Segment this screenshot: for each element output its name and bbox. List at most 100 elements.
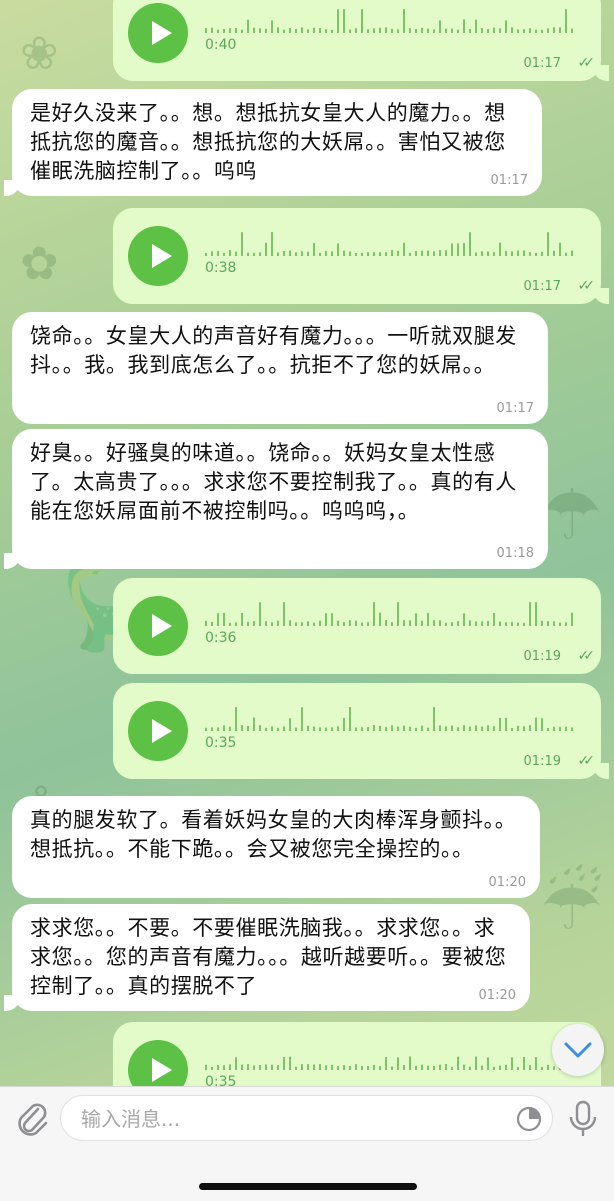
waveform-bar [403,242,405,256]
waveform-bar [565,9,567,33]
waveform-bar [217,613,219,626]
waveform-bar [373,252,375,256]
waveform-bar [547,727,549,731]
waveform-bar [397,29,399,33]
microphone-icon[interactable] [566,1099,600,1139]
waveform-bar [295,622,297,626]
waveform-bar [433,707,435,731]
message-input[interactable] [79,1104,503,1134]
voice-message[interactable]: 0:40 01:17 ✓✓ [113,0,609,81]
message-input-box[interactable] [60,1095,553,1141]
waveform-bar [391,725,393,731]
paperclip-icon[interactable] [14,1099,50,1139]
waveform-bar [211,251,213,256]
waveform-bar [337,243,339,256]
sticker-icon[interactable] [516,1106,542,1132]
message-text: 真的腿发软了。看着妖妈女皇的大肉棒浑身颤抖。。想抵抗。。不能下跪。。会又被您完全… [30,808,517,861]
text-message[interactable]: 是好久没来了。。想。想抵抗女皇大人的魔力。。想抵抗您的魔音。。想抵抗您的大妖屌。… [4,89,542,196]
waveform-bar [505,20,507,33]
waveform-bar [553,27,555,33]
text-message[interactable]: 饶命。。女皇大人的声音好有魔力。。。一听就双腿发抖。。我。我到底怎么了。。抗拒不… [12,312,548,424]
waveform-bar [469,232,471,256]
waveform-bar [481,28,483,33]
waveform-bar [475,1056,477,1070]
waveform-bar [523,622,525,626]
play-icon[interactable] [128,3,188,63]
waveform-bar [253,252,255,256]
waveform-bar [265,727,267,731]
play-icon[interactable] [128,596,188,656]
double-check-icon: ✓✓ [577,278,596,294]
waveform-bar [277,252,279,256]
waveform-bar [523,1056,525,1070]
waveform-bar [445,1064,447,1070]
message-time: 01:17 [496,401,534,416]
waveform-bar [421,250,423,256]
waveform-bar [397,250,399,256]
waveform-bar [397,726,399,731]
waveform-bar [547,232,549,256]
play-icon[interactable] [128,1040,188,1086]
waveform-bar [475,19,477,33]
waveform-bar [253,621,255,626]
waveform-bar [241,1064,243,1070]
waveform-bar [553,250,555,256]
waveform-bar [409,252,411,256]
voice-duration: 0:35 [205,735,237,751]
waveform-bar [211,621,213,626]
play-icon[interactable] [128,226,188,286]
play-icon[interactable] [128,701,188,761]
voice-message[interactable]: 0:35 [113,1022,601,1086]
waveform-bar [241,725,243,731]
waveform-bar [379,725,381,731]
waveform-bar [385,726,387,731]
waveform-bar [355,727,357,731]
waveform-bar [307,621,309,626]
waveform-bar [559,726,561,731]
text-message[interactable]: 真的腿发软了。看着妖妈女皇的大肉棒浑身颤抖。。想抵抗。。不能下跪。。会又被您完全… [12,796,540,898]
waveform [205,602,573,626]
waveform-bar [547,28,549,33]
voice-message[interactable]: 0:36 01:19 ✓✓ [113,578,601,674]
waveform-bar [223,29,225,33]
waveform-bar [247,725,249,731]
text-message[interactable]: 求求您。。不要。不要催眠洗脑我。。求求您。。求求您。。您的声音有魔力。。。越听越… [4,904,530,1011]
waveform-bar [541,251,543,256]
waveform-bar [355,1064,357,1070]
waveform-bar [487,1057,489,1070]
waveform-bar [451,1066,453,1070]
waveform-bar [331,727,333,731]
waveform-bar [493,27,495,33]
waveform-bar [499,717,501,731]
waveform-bar [409,28,411,33]
waveform-bar [241,612,243,626]
background-doodle: ☂ [540,474,603,556]
waveform-bar [511,622,513,626]
waveform-bar [529,725,531,731]
waveform-bar [511,27,513,33]
waveform-bar [475,725,477,731]
waveform-bar [523,29,525,33]
message-text: 求求您。。不要。不要催眠洗脑我。。求求您。。求求您。。您的声音有魔力。。。越听越… [30,916,507,998]
waveform-bar [499,242,501,256]
voice-message[interactable]: 0:35 01:19 ✓✓ [113,683,609,779]
scroll-down-button[interactable] [552,1024,604,1076]
waveform-bar [451,243,453,256]
waveform-bar [463,242,465,256]
chat-area[interactable]: ❀ 🦕 ☂ ✿ ⚓ ☔ 0:40 01:17 ✓✓ 是好久没来了。。想。想抵抗女… [0,0,614,1086]
waveform-bar [301,27,303,33]
waveform-bar [433,620,435,626]
waveform-bar [469,620,471,626]
waveform-bar [457,1056,459,1070]
waveform-bar [367,1066,369,1070]
waveform-bar [415,727,417,731]
waveform-bar [295,1066,297,1070]
waveform-bar [277,27,279,33]
waveform-bar [217,29,219,33]
voice-message[interactable]: 0:38 01:17 ✓✓ [113,208,609,304]
waveform-bar [229,250,231,256]
waveform-bar [307,725,309,731]
waveform-bar [535,252,537,256]
message-time: 01:17 [523,56,561,71]
text-message[interactable]: 好臭。。好骚臭的味道。。饶命。。妖妈女皇太性感了。太高贵了。。。求求您不要控制我… [4,429,548,569]
